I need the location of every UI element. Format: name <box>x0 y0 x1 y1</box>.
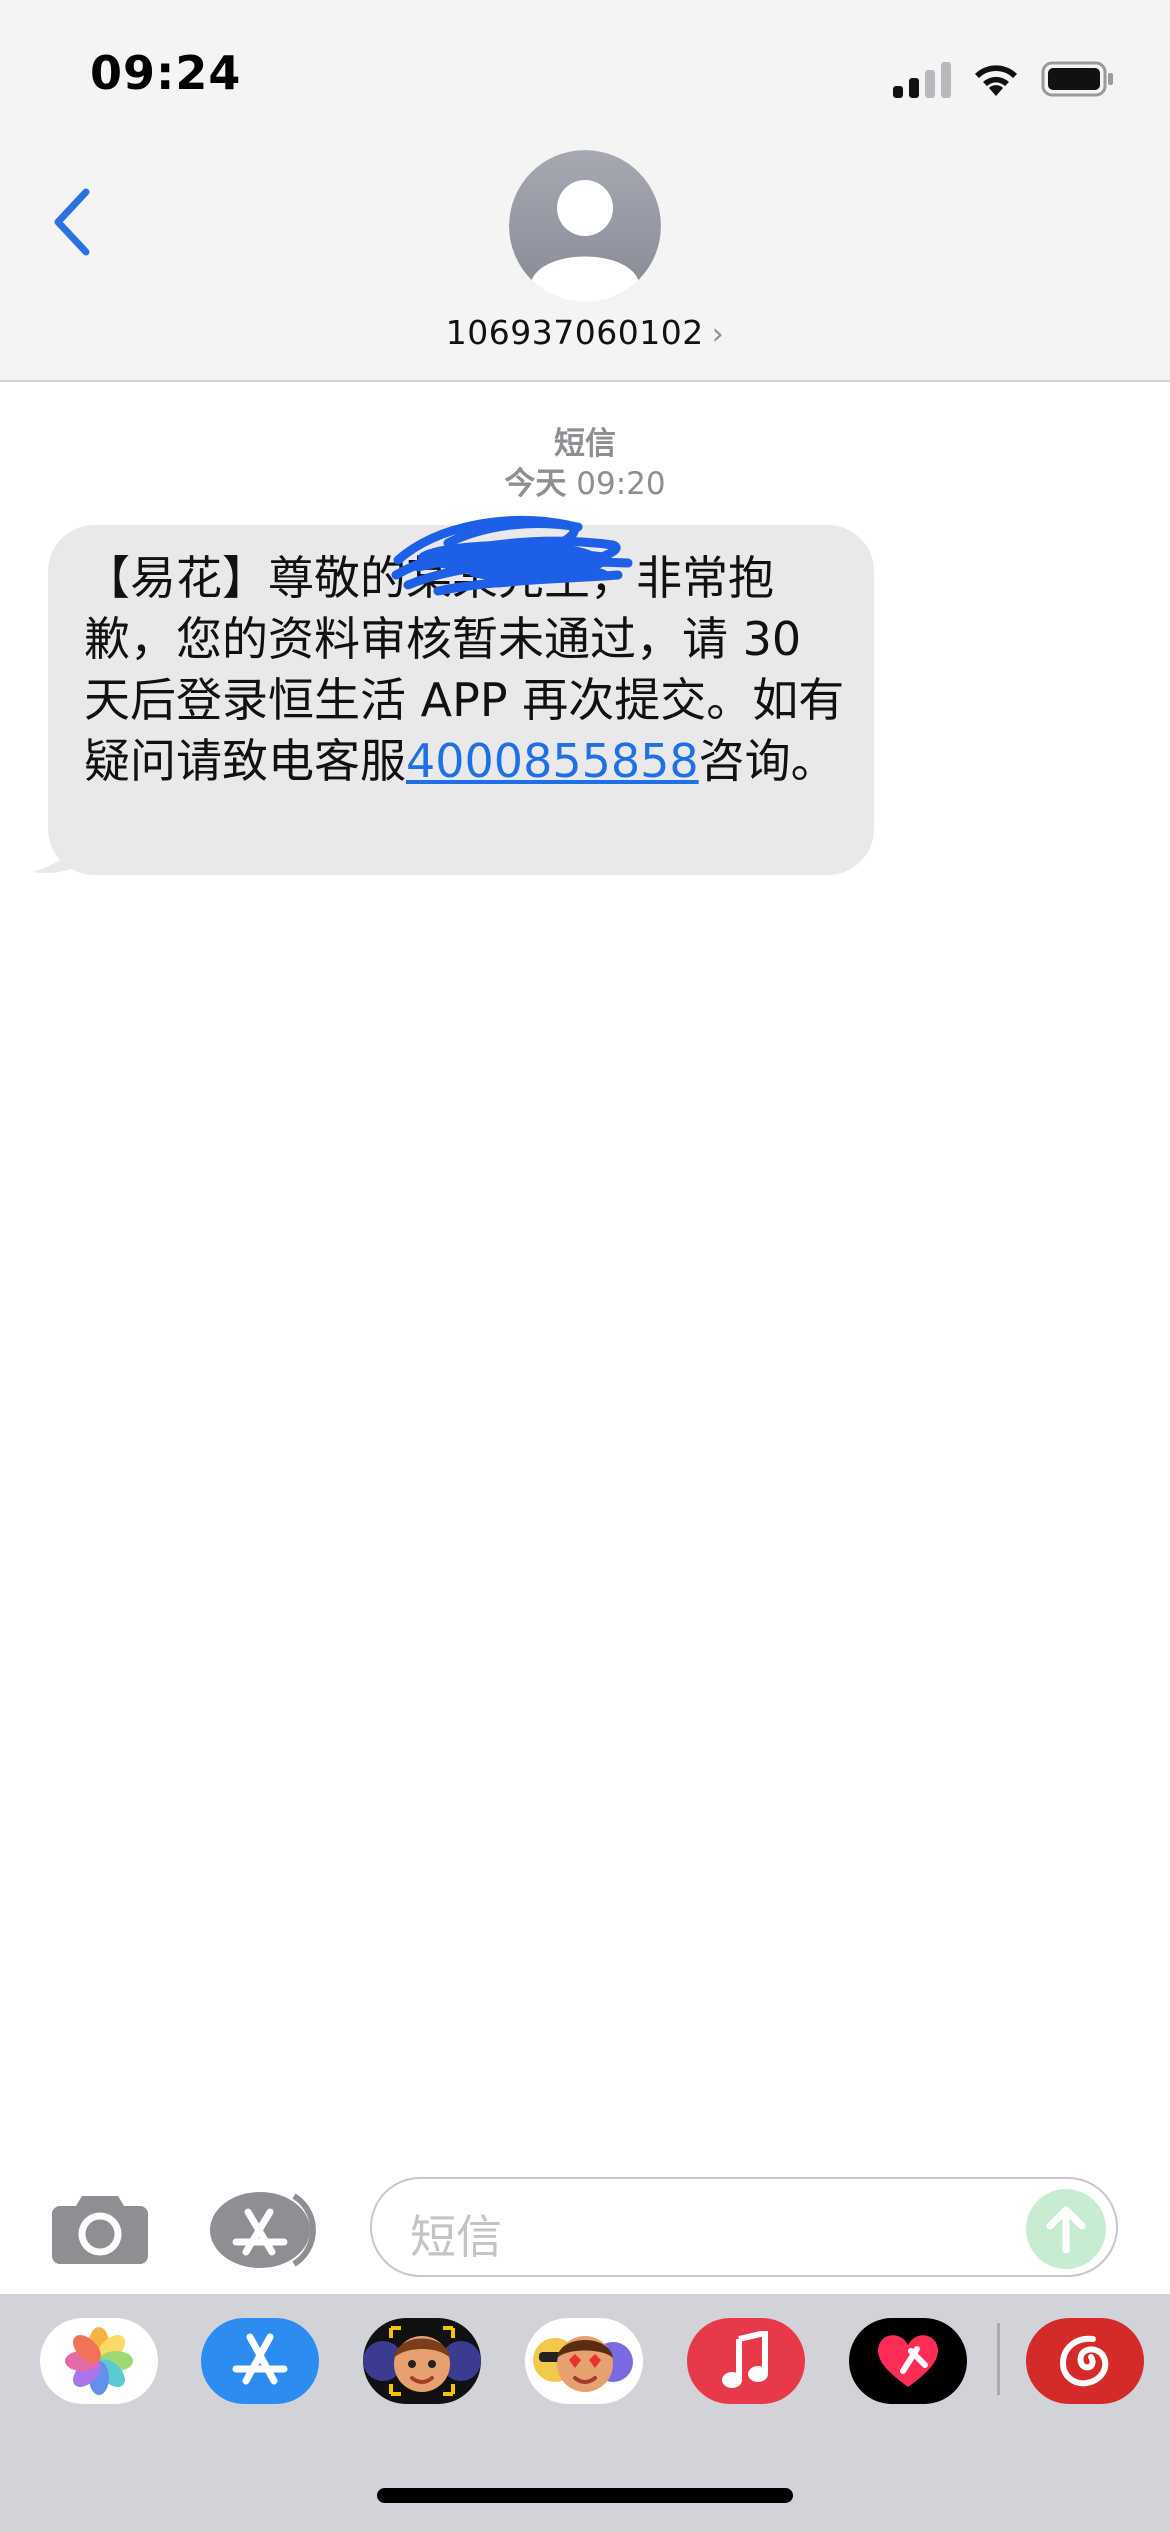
phone-number-link[interactable]: 4000855858 <box>406 734 699 788</box>
contact-number: 106937060102 <box>445 313 704 352</box>
camera-icon <box>52 2196 148 2264</box>
contact-avatar[interactable] <box>509 150 661 302</box>
redaction-scribble <box>391 516 633 596</box>
memoji-stickers-app-button[interactable] <box>525 2318 643 2404</box>
message-input-placeholder: 短信 <box>410 2210 502 2264</box>
battery-icon <box>1041 60 1115 98</box>
photos-icon <box>65 2327 133 2395</box>
app-store-icon <box>232 2333 288 2385</box>
back-button[interactable] <box>42 182 102 262</box>
message-input[interactable]: 短信 <box>370 2177 1118 2277</box>
message-timestamp: 今天 09:20 <box>0 458 1170 503</box>
chevron-right-icon: › <box>711 317 725 352</box>
music-app-button[interactable] <box>687 2318 805 2404</box>
music-icon <box>722 2331 768 2388</box>
netease-music-app-button[interactable] <box>1026 2318 1144 2404</box>
timestamp-time: 09:20 <box>576 466 666 502</box>
send-button[interactable] <box>1026 2189 1106 2269</box>
digital-touch-icon <box>878 2335 938 2387</box>
drawer-divider <box>997 2323 1000 2395</box>
arrow-up-icon <box>1046 2206 1086 2254</box>
timestamp-day: 今天 <box>504 466 567 502</box>
chevron-left-icon <box>54 188 90 256</box>
app-store-app-button[interactable] <box>201 2318 319 2404</box>
photos-app-button[interactable] <box>40 2318 158 2404</box>
home-indicator[interactable] <box>377 2488 793 2503</box>
app-store-button[interactable] <box>210 2190 318 2274</box>
contact-name-button[interactable]: 106937060102 › <box>0 313 1170 352</box>
status-time: 09:24 <box>90 46 242 100</box>
message-closing: 咨询。 <box>698 734 837 788</box>
wifi-icon <box>971 60 1021 98</box>
memoji-icon <box>363 2326 481 2396</box>
cellular-signal-icon <box>893 58 951 98</box>
netease-music-icon <box>1059 2335 1109 2387</box>
memoji-stickers-icon <box>533 2336 633 2392</box>
app-store-icon <box>210 2192 316 2268</box>
digital-touch-app-button[interactable] <box>849 2318 967 2404</box>
bubble-tail <box>32 820 88 874</box>
camera-button[interactable] <box>52 2192 148 2268</box>
status-icons <box>893 52 1115 98</box>
memoji-app-button[interactable] <box>363 2318 481 2404</box>
service-label: 短信 <box>554 426 616 462</box>
person-icon <box>509 150 661 302</box>
